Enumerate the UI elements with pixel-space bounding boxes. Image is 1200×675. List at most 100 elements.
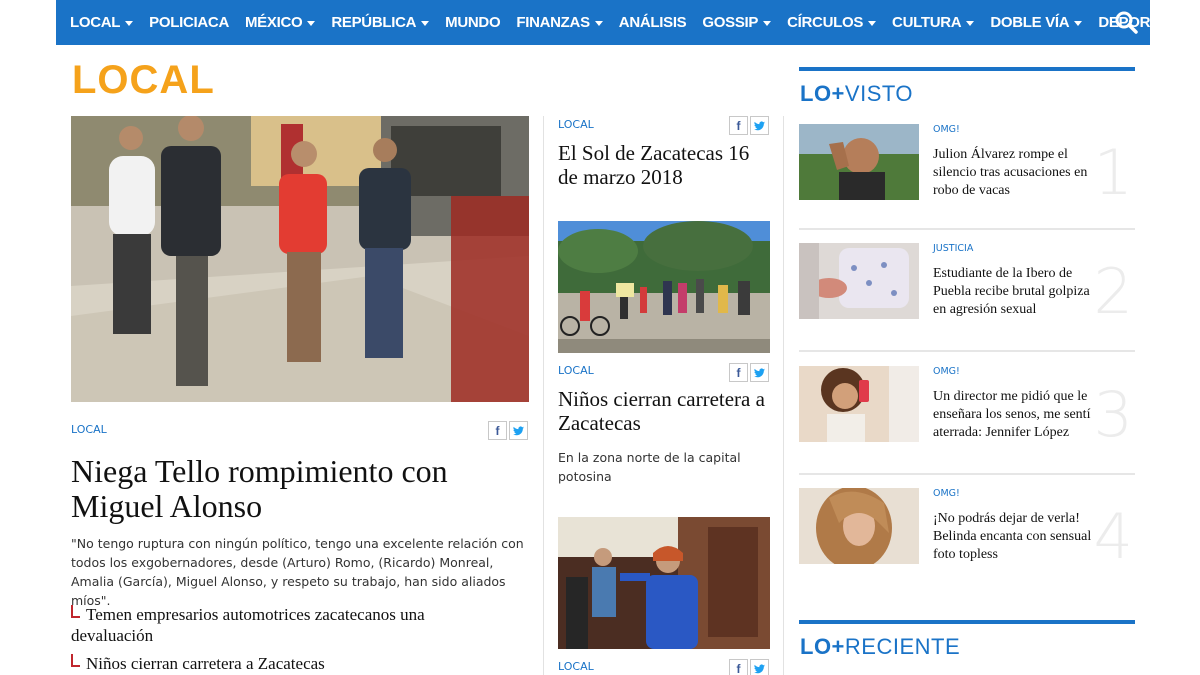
recent-top-rule [799,620,1135,624]
chevron-down-icon [125,20,134,26]
story3-image [558,517,770,649]
most-viewed-title: LO+VISTO [800,81,914,106]
separator [799,350,1135,352]
story3-share: f [729,659,769,675]
column-divider [543,116,544,675]
most-viewed-rank: 1 [1093,136,1133,209]
story1-share: f [729,116,769,135]
separator [799,473,1135,475]
most-viewed-thumb [799,488,919,564]
most-viewed-item-1[interactable]: OMG! Julion Álvarez rompe el silencio tr… [799,124,1135,230]
facebook-share-button[interactable]: f [729,659,748,675]
most-viewed-item-4[interactable]: OMG! ¡No podrás dejar de verla! Belinda … [799,488,1135,578]
section-title: LOCAL [72,58,215,102]
nav-item-label: POLICIACA [149,14,229,31]
nav-item-méxico[interactable]: MÉXICO [237,0,323,45]
nav-item-label: CÍRCULOS [787,14,864,31]
search-button[interactable] [1114,10,1138,34]
most-viewed-headline[interactable]: Un director me pidió que le enseñara los… [933,388,1093,442]
recent-title: LO+RECIENTE [800,634,961,659]
search-icon [1115,11,1138,34]
related-bracket-icon [71,605,80,618]
chevron-down-icon [763,20,772,26]
story3-photo[interactable] [558,517,770,649]
twitter-icon [754,367,765,377]
chevron-down-icon [966,20,975,26]
nav-item-local[interactable]: LOCAL [62,0,141,45]
main-story-headline[interactable]: Niega Tello rompimiento con Miguel Alons… [71,454,511,524]
nav-item-cultura[interactable]: CULTURA [884,0,982,45]
related-link-2[interactable]: Niños cierran carretera a Zacatecas [71,653,511,674]
story2-image [558,221,770,353]
nav-item-finanzas[interactable]: FINANZAS [508,0,610,45]
chevron-down-icon [594,20,603,26]
twitter-icon [754,663,765,673]
related-link-1[interactable]: Temen empresarios automotrices zacatecan… [71,604,511,646]
most-viewed-headline[interactable]: ¡No podrás dejar de verla! Belinda encan… [933,510,1093,564]
main-story-share: f [488,421,528,440]
main-story-category[interactable]: LOCAL [71,423,107,436]
nav-item-círculos[interactable]: CÍRCULOS [779,0,884,45]
separator [799,228,1135,230]
most-viewed-thumb [799,243,919,319]
nav-item-doble-vía[interactable]: DOBLE VÍA [982,0,1090,45]
story2-category[interactable]: LOCAL [558,364,594,377]
story2-summary: En la zona norte de la capital potosina [558,450,741,484]
nav-item-gossip[interactable]: GOSSIP [694,0,779,45]
most-viewed-top-rule [799,67,1135,71]
nav-item-label: CULTURA [892,14,962,31]
twitter-share-button[interactable] [750,363,769,382]
most-viewed-rank: 4 [1093,500,1133,573]
nav-item-república[interactable]: REPÚBLICA [323,0,437,45]
twitter-icon [754,120,765,130]
most-viewed-headline[interactable]: Estudiante de la Ibero de Puebla recibe … [933,265,1093,319]
nav-item-label: MUNDO [445,14,501,31]
chevron-down-icon [307,20,316,26]
nav-item-policiaca[interactable]: POLICIACA [141,0,237,45]
facebook-share-button[interactable]: f [729,116,748,135]
most-viewed-thumb [799,124,919,200]
chevron-down-icon [1074,20,1083,26]
most-viewed-rank: 2 [1093,255,1133,328]
twitter-share-button[interactable] [750,659,769,675]
story1-category[interactable]: LOCAL [558,118,594,131]
most-viewed-category: OMG! [933,366,960,377]
nav-item-label: DOBLE VÍA [990,14,1070,31]
chevron-down-icon [421,20,430,26]
story3-category[interactable]: LOCAL [558,660,594,673]
story1-headline[interactable]: El Sol de Zacatecas 16 de marzo 2018 [558,141,773,189]
main-nav: LOCAL POLICIACA MÉXICO REPÚBLICA MUNDO FINANZ… [56,0,1192,45]
nav-item-label: MÉXICO [244,14,303,31]
nav-item-label: FINANZAS [516,14,590,31]
related-bracket-icon [71,654,80,667]
most-viewed-category: JUSTICIA [933,243,974,254]
story2-share: f [729,363,769,382]
nav-item-label: ANÁLISIS [618,14,687,31]
most-viewed-category: OMG! [933,488,960,499]
story2-photo[interactable] [558,221,770,353]
column-divider [783,116,784,675]
most-viewed-category: OMG! [933,124,960,135]
nav-item-deportes[interactable]: DEPORTES [1090,0,1199,45]
twitter-share-button[interactable] [750,116,769,135]
chevron-down-icon [1183,20,1192,26]
most-viewed-headline[interactable]: Julion Álvarez rompe el silencio tras ac… [933,146,1093,200]
chevron-down-icon [868,20,877,26]
main-story-image [71,116,529,402]
nav-item-label: REPÚBLICA [331,14,417,31]
facebook-share-button[interactable]: f [488,421,507,440]
nav-item-análisis[interactable]: ANÁLISIS [611,0,695,45]
nav-item-mundo[interactable]: MUNDO [437,0,508,45]
most-viewed-thumb [799,366,919,442]
main-story-photo[interactable] [71,116,529,402]
main-story-summary: "No tengo ruptura con ningún político, t… [71,536,524,608]
twitter-share-button[interactable] [509,421,528,440]
nav-item-label: GOSSIP [702,14,759,31]
most-viewed-item-3[interactable]: OMG! Un director me pidió que le enseñar… [799,366,1135,476]
twitter-icon [513,425,524,435]
most-viewed-item-2[interactable]: JUSTICIA Estudiante de la Ibero de Puebl… [799,243,1135,353]
nav-item-label: LOCAL [70,14,121,31]
facebook-share-button[interactable]: f [729,363,748,382]
nav-item-label: DEPORTES [1098,14,1179,31]
story2-headline[interactable]: Niños cierran carretera a Zacatecas [558,387,773,435]
